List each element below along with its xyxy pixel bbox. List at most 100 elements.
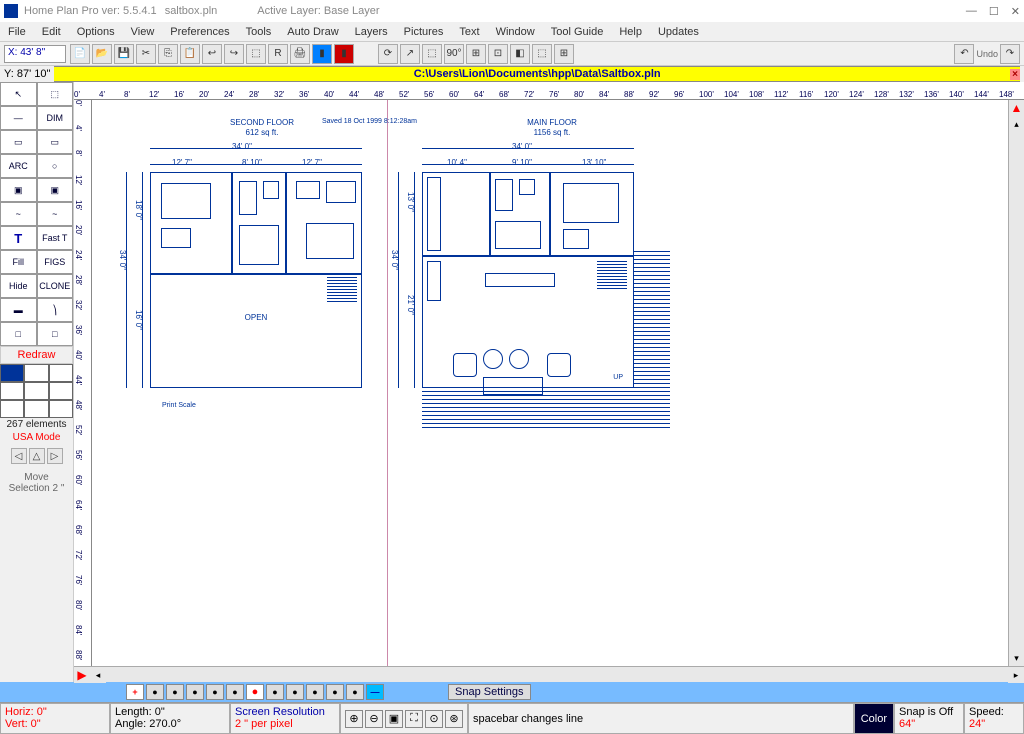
vertical-scrollbar[interactable]: ▲ ▴ ▾ [1008,100,1024,666]
tb-g[interactable]: ⬚ [532,44,552,64]
tool-fill[interactable]: Fill [0,250,37,274]
print-button[interactable]: 🖨 [290,44,310,64]
tool-line[interactable]: — [0,106,37,130]
zoom-in-button[interactable]: ⊕ [345,710,363,728]
tool-dim[interactable]: DIM [37,106,74,130]
zoom-prev-button[interactable]: ⊙ [425,710,443,728]
tb3[interactable]: ⬚ [246,44,266,64]
tool-curve2[interactable]: ~ [37,202,74,226]
tb-c[interactable]: ⬚ [422,44,442,64]
path-close-icon[interactable]: × [1010,69,1020,80]
tb2[interactable]: ↪ [224,44,244,64]
minimize-button[interactable]: — [966,5,977,18]
zoom-window-button[interactable]: ▣ [385,710,403,728]
tool-t4[interactable]: □ [37,322,74,346]
save-button[interactable]: 💾 [114,44,134,64]
menu-view[interactable]: View [131,26,155,38]
menu-text[interactable]: Text [459,26,479,38]
menu-pictures[interactable]: Pictures [404,26,444,38]
close-button[interactable]: ✕ [1011,5,1020,18]
scroll-up-arrow[interactable]: ▲ [1009,100,1024,116]
tool-fast[interactable]: Fast T [37,226,74,250]
tb-f[interactable]: ◧ [510,44,530,64]
snap-plus[interactable]: + [126,684,144,700]
redraw-button[interactable]: Redraw [0,346,73,364]
undo-button[interactable]: ↶ [954,44,974,64]
redo-button[interactable]: ↷ [1000,44,1020,64]
tb-highlight[interactable]: ▮ [312,44,332,64]
color-cell[interactable] [24,364,48,382]
scroll-left-origin[interactable]: ▶ [74,667,90,683]
tb1[interactable]: ↩ [202,44,222,64]
scroll-down[interactable]: ▾ [1009,650,1024,666]
tool-clone[interactable]: CLONE [37,274,74,298]
maximize-button[interactable]: ☐ [989,5,999,18]
snap-b11[interactable]: ● [346,684,364,700]
tool-select[interactable]: ⬚ [37,82,74,106]
snap-b7[interactable]: ● [266,684,284,700]
snap-b3[interactable]: ● [186,684,204,700]
snap-b8[interactable]: ● [286,684,304,700]
snap-b10[interactable]: ● [326,684,344,700]
color-cell[interactable] [24,400,48,418]
menu-file[interactable]: File [8,26,26,38]
color-cell[interactable] [0,400,24,418]
color-cell[interactable] [49,400,73,418]
tool-hide[interactable]: Hide [0,274,37,298]
tool-t2[interactable]: ⎞ [37,298,74,322]
tool-rect[interactable]: ▭ [0,130,37,154]
snap-b9[interactable]: ● [306,684,324,700]
snap-b1[interactable]: ● [146,684,164,700]
color-cell[interactable] [49,364,73,382]
color-cell[interactable] [24,382,48,400]
menu-preferences[interactable]: Preferences [170,26,229,38]
color-cell[interactable] [49,382,73,400]
tool-arc[interactable]: ARC [0,154,37,178]
tb-a[interactable]: ⟳ [378,44,398,64]
drawing-canvas[interactable]: SECOND FLOOR 612 sq ft. Saved 18 Oct 199… [92,100,1008,666]
snap-settings-button[interactable]: Snap Settings [448,684,531,700]
zoom-out-button[interactable]: ⊖ [365,710,383,728]
scroll-left[interactable]: ◂ [90,667,106,683]
copy-button[interactable]: ⎘ [158,44,178,64]
tool-t1[interactable]: ▬ [0,298,37,322]
tool-curve[interactable]: ~ [0,202,37,226]
horizontal-scrollbar[interactable]: ▶ ◂ ▸ [74,666,1024,682]
tool-wall2[interactable]: ▣ [37,178,74,202]
tb-b[interactable]: ↗ [400,44,420,64]
tb4[interactable]: R [268,44,288,64]
tool-arrow[interactable]: ↖ [0,82,37,106]
snap-b5[interactable]: ● [226,684,244,700]
color-cell[interactable] [0,382,24,400]
zoom-extents-button[interactable]: ⛶ [405,710,423,728]
tool-text[interactable]: T [0,226,37,250]
menu-options[interactable]: Options [77,26,115,38]
snap-b4[interactable]: ● [206,684,224,700]
cut-button[interactable]: ✂ [136,44,156,64]
tool-figs[interactable]: FIGS [37,250,74,274]
nudge-right[interactable]: ▷ [47,448,63,464]
tool-circle[interactable]: ○ [37,154,74,178]
color-current[interactable] [0,364,24,382]
rotate-button[interactable]: 90° [444,44,464,64]
menu-layers[interactable]: Layers [355,26,388,38]
menu-window[interactable]: Window [496,26,535,38]
paste-button[interactable]: 📋 [180,44,200,64]
menu-tools[interactable]: Tools [246,26,272,38]
scroll-up[interactable]: ▴ [1009,116,1024,132]
tb-red[interactable]: ▮ [334,44,354,64]
tool-rect2[interactable]: ▭ [37,130,74,154]
tb-e[interactable]: ⊡ [488,44,508,64]
snap-b2[interactable]: ● [166,684,184,700]
nudge-left[interactable]: ◁ [11,448,27,464]
zoom-all-button[interactable]: ⊛ [445,710,463,728]
nudge-up[interactable]: △ [29,448,45,464]
menu-help[interactable]: Help [619,26,642,38]
open-button[interactable]: 📂 [92,44,112,64]
snap-minus[interactable]: — [366,684,384,700]
new-button[interactable]: 📄 [70,44,90,64]
color-button[interactable]: Color [861,713,887,725]
tool-wall[interactable]: ▣ [0,178,37,202]
snap-b6[interactable]: ● [246,684,264,700]
menu-autodraw[interactable]: Auto Draw [287,26,338,38]
